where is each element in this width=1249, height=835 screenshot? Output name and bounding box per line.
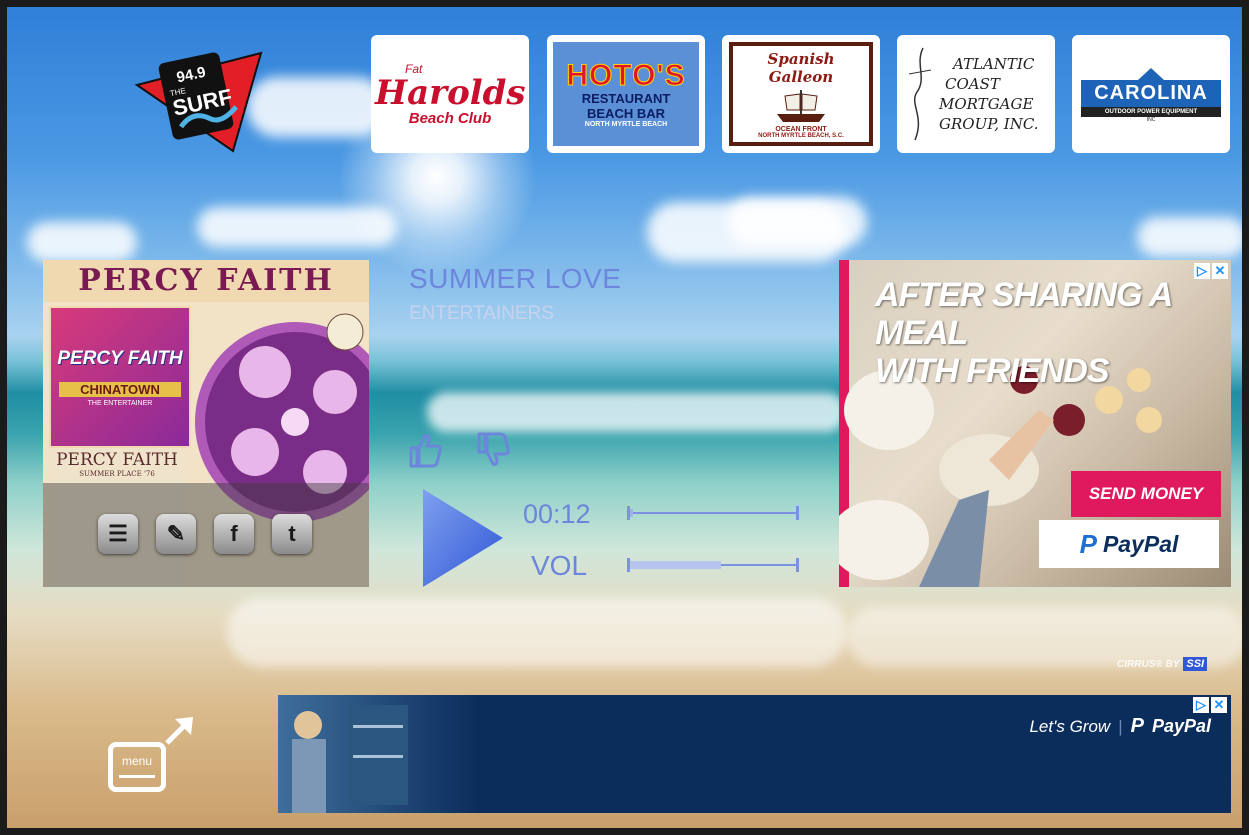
ad-bottom-photo [278, 695, 478, 813]
cover-subtitle-2: THE ENTERTAINER [87, 400, 153, 407]
volume-slider[interactable] [627, 558, 799, 572]
edit-icon: ✎ [166, 521, 186, 546]
sponsor-text: CAROLINA [1081, 79, 1221, 107]
sponsor-carolina-ope[interactable]: CAROLINA OUTDOOR POWER EQUIPMENT INC [1072, 35, 1230, 153]
sponsor-text: RESTAURANT [581, 90, 671, 106]
ad-cta-button[interactable]: SEND MONEY NOW › [1071, 471, 1221, 549]
song-artist: ENTERTAINERS [409, 303, 554, 324]
album-action-bar [43, 483, 369, 587]
sponsor-text: COAST [945, 75, 1000, 93]
thumbs-up-icon[interactable] [407, 430, 443, 470]
ad-close-icon[interactable]: ✕ [1211, 697, 1227, 713]
album-header: PERCY FAITH [43, 260, 369, 302]
progress-fill [630, 509, 633, 517]
song-title: SUMMER LOVE [409, 263, 622, 294]
twitter-icon: t [288, 521, 296, 546]
ad-paypal-right[interactable]: AFTER SHARING A MEAL WITH FRIENDS SEND M… [839, 260, 1231, 587]
cloud [247, 77, 387, 137]
sponsor-text: Spanish Galleon [767, 49, 835, 86]
sponsor-text: GROUP, INC. [939, 115, 1039, 133]
paypal-logo-icon: P [1079, 528, 1097, 559]
ad-brand: PayPal [1151, 716, 1211, 736]
ad-brand-box: P PayPal [1039, 520, 1219, 568]
sponsor-text: BEACH BAR [587, 105, 665, 121]
lower-title: PERCY FAITH [56, 450, 178, 470]
volume-label: VOL [531, 550, 588, 581]
album-cover-thumb: PERCY FAITH CHINATOWN THE ENTERTAINER [49, 306, 191, 448]
sponsor-text: OCEAN FRONT [775, 125, 827, 133]
ship-icon [777, 89, 825, 122]
cloud [197, 207, 397, 247]
menu-button[interactable]: menu [108, 742, 166, 792]
playlist-button[interactable]: ☰ [98, 514, 138, 554]
ad-tagline: Let's Grow [1029, 716, 1111, 736]
sponsor-text: NORTH MYRTLE BEACH, S.C. [758, 132, 844, 139]
edit-button[interactable]: ✎ [156, 514, 196, 554]
sponsor-text: MORTGAGE [939, 95, 1034, 113]
cloud [27, 222, 137, 262]
sponsor-text: INC [1146, 116, 1156, 123]
sponsor-hotos[interactable]: HOTO'S RESTAURANT BEACH BAR NORTH MYRTLE… [547, 35, 705, 153]
sponsor-fat-harolds[interactable]: Fat Harolds Beach Club [371, 35, 529, 153]
cover-subtitle: CHINATOWN [59, 382, 181, 397]
sponsor-text: HOTO'S [566, 58, 686, 92]
ad-close-icon[interactable]: ✕ [1212, 263, 1228, 279]
facebook-icon: f [230, 521, 238, 546]
playlist-icon: ☰ [108, 521, 128, 546]
ad-brand: PayPal [1102, 530, 1179, 557]
facebook-button[interactable]: f [214, 514, 254, 554]
twitter-button[interactable]: t [272, 514, 312, 554]
credit-brand: SSI [1183, 657, 1208, 671]
volume-fill [630, 561, 721, 569]
credit-text: CIRRUS® BY [1117, 658, 1180, 670]
sponsor-text: NORTH MYRTLE BEACH [584, 120, 668, 128]
ad-headline-line2: WITH FRIENDS [875, 352, 1110, 390]
player-page: 94.9 SURF THE Fat Harolds Beach Club HOT… [0, 0, 1249, 835]
elapsed-time: 00:12 [523, 499, 591, 529]
album-art[interactable]: PERCY FAITH PERCY FAITH CHINATOWN THE EN… [43, 260, 369, 587]
ad-divider: | [1118, 716, 1123, 736]
cloud [727, 197, 867, 247]
sponsor-atlantic-coast-mortgage[interactable]: ATLANTIC COAST MORTGAGE GROUP, INC. [897, 35, 1055, 153]
ad-choices-icon[interactable]: ▷ [1194, 263, 1210, 279]
sponsor-text: OUTDOOR POWER EQUIPMENT [1081, 106, 1221, 117]
cloud [1137, 217, 1242, 257]
lighthouse-icon [1138, 67, 1164, 80]
wave-foam [227, 597, 847, 667]
sponsor-text: ATLANTIC [953, 55, 1035, 73]
credit[interactable]: CIRRUS® BY SSI [1117, 657, 1208, 671]
expand-arrow-icon[interactable] [163, 715, 195, 747]
paypal-logo-icon: P [1130, 715, 1144, 737]
coastline-icon [908, 47, 932, 141]
wave-foam [427, 392, 847, 432]
ad-choices-icon[interactable]: ▷ [1193, 697, 1209, 713]
menu-label: menu [121, 754, 153, 768]
ad-headline-line1: AFTER SHARING A MEAL [875, 276, 1172, 352]
play-button[interactable] [421, 487, 505, 589]
lower-subtitle: SUMMER PLACE '76 [79, 470, 155, 478]
progress-slider[interactable] [627, 506, 799, 520]
ad-paypal-bottom[interactable]: Let's Grow | P PayPal ▷ ✕ [278, 695, 1231, 813]
cover-title: PERCY FAITH [57, 348, 183, 369]
thumbs-down-icon[interactable] [473, 430, 513, 470]
station-logo[interactable]: 94.9 SURF THE [135, 43, 265, 155]
menu-line [119, 775, 155, 778]
sponsor-text: Harolds [375, 72, 526, 113]
sponsor-spanish-galleon[interactable]: Spanish Galleon OCEAN FRONT NORTH MYRTLE… [722, 35, 880, 153]
